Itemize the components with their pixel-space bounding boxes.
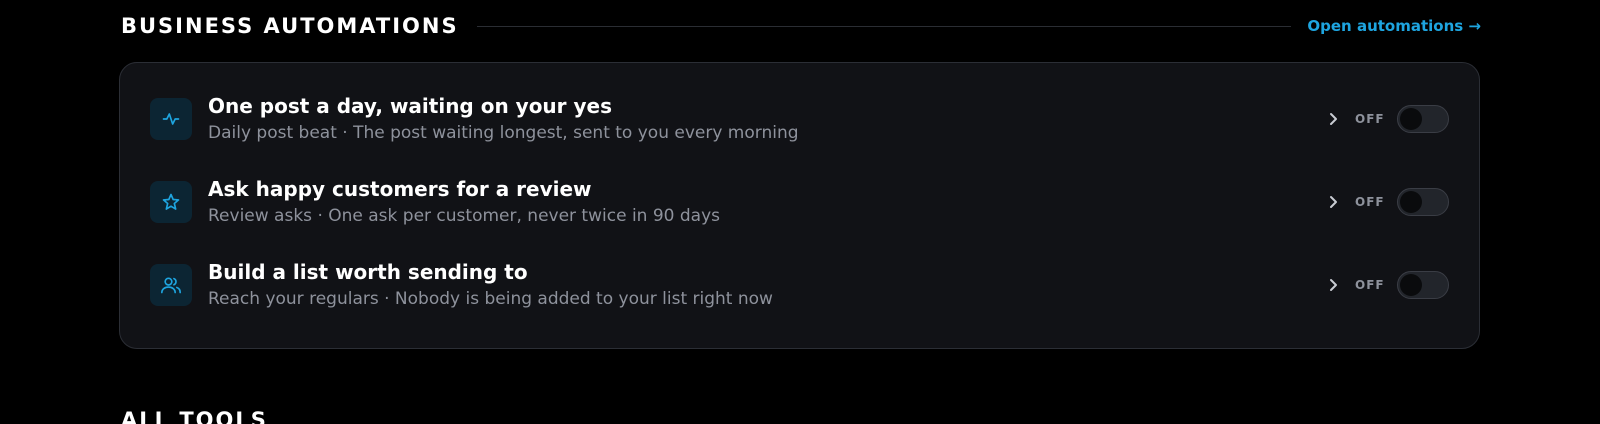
section-header: BUSINESS AUTOMATIONS Open automations →: [121, 8, 1481, 44]
toggle-knob: [1400, 274, 1422, 296]
toggle-state-label: OFF: [1355, 112, 1385, 126]
users-icon: [150, 264, 192, 306]
automation-controls: OFF: [1325, 271, 1449, 299]
chevron-right-icon[interactable]: [1325, 111, 1341, 127]
automation-toggle[interactable]: [1397, 271, 1449, 299]
automation-row-daily-post[interactable]: One post a day, waiting on your yes Dail…: [150, 90, 1449, 148]
automation-subtitle: Review asks · One ask per customer, neve…: [208, 206, 721, 226]
automation-title: One post a day, waiting on your yes: [208, 94, 613, 118]
automation-controls: OFF: [1325, 105, 1449, 133]
next-section-title: ALL TOOLS: [121, 408, 268, 424]
toggle-knob: [1400, 191, 1422, 213]
automation-title: Build a list worth sending to: [208, 260, 528, 284]
chevron-right-icon[interactable]: [1325, 277, 1341, 293]
automation-text: Build a list worth sending to Reach your…: [208, 259, 1325, 311]
automation-subtitle: Reach your regulars · Nobody is being ad…: [208, 289, 773, 309]
header-divider: [476, 25, 1292, 27]
page: BUSINESS AUTOMATIONS Open automations → …: [0, 0, 1600, 424]
activity-pulse-icon: [150, 98, 192, 140]
toggle-state-label: OFF: [1355, 195, 1385, 209]
toggle-knob: [1400, 108, 1422, 130]
automations-panel: One post a day, waiting on your yes Dail…: [119, 62, 1480, 349]
toggle-state-label: OFF: [1355, 278, 1385, 292]
automation-toggle[interactable]: [1397, 105, 1449, 133]
automation-text: Ask happy customers for a review Review …: [208, 176, 1325, 228]
automation-text: One post a day, waiting on your yes Dail…: [208, 93, 1325, 145]
automation-subtitle: Daily post beat · The post waiting longe…: [208, 123, 799, 143]
section-title: BUSINESS AUTOMATIONS: [121, 14, 459, 38]
automation-row-review-asks[interactable]: Ask happy customers for a review Review …: [150, 173, 1449, 231]
star-icon: [150, 181, 192, 223]
automation-controls: OFF: [1325, 188, 1449, 216]
open-automations-link[interactable]: Open automations →: [1307, 17, 1481, 35]
automation-row-email-list[interactable]: Build a list worth sending to Reach your…: [150, 256, 1449, 314]
automation-title: Ask happy customers for a review: [208, 177, 592, 201]
chevron-right-icon[interactable]: [1325, 194, 1341, 210]
automation-toggle[interactable]: [1397, 188, 1449, 216]
